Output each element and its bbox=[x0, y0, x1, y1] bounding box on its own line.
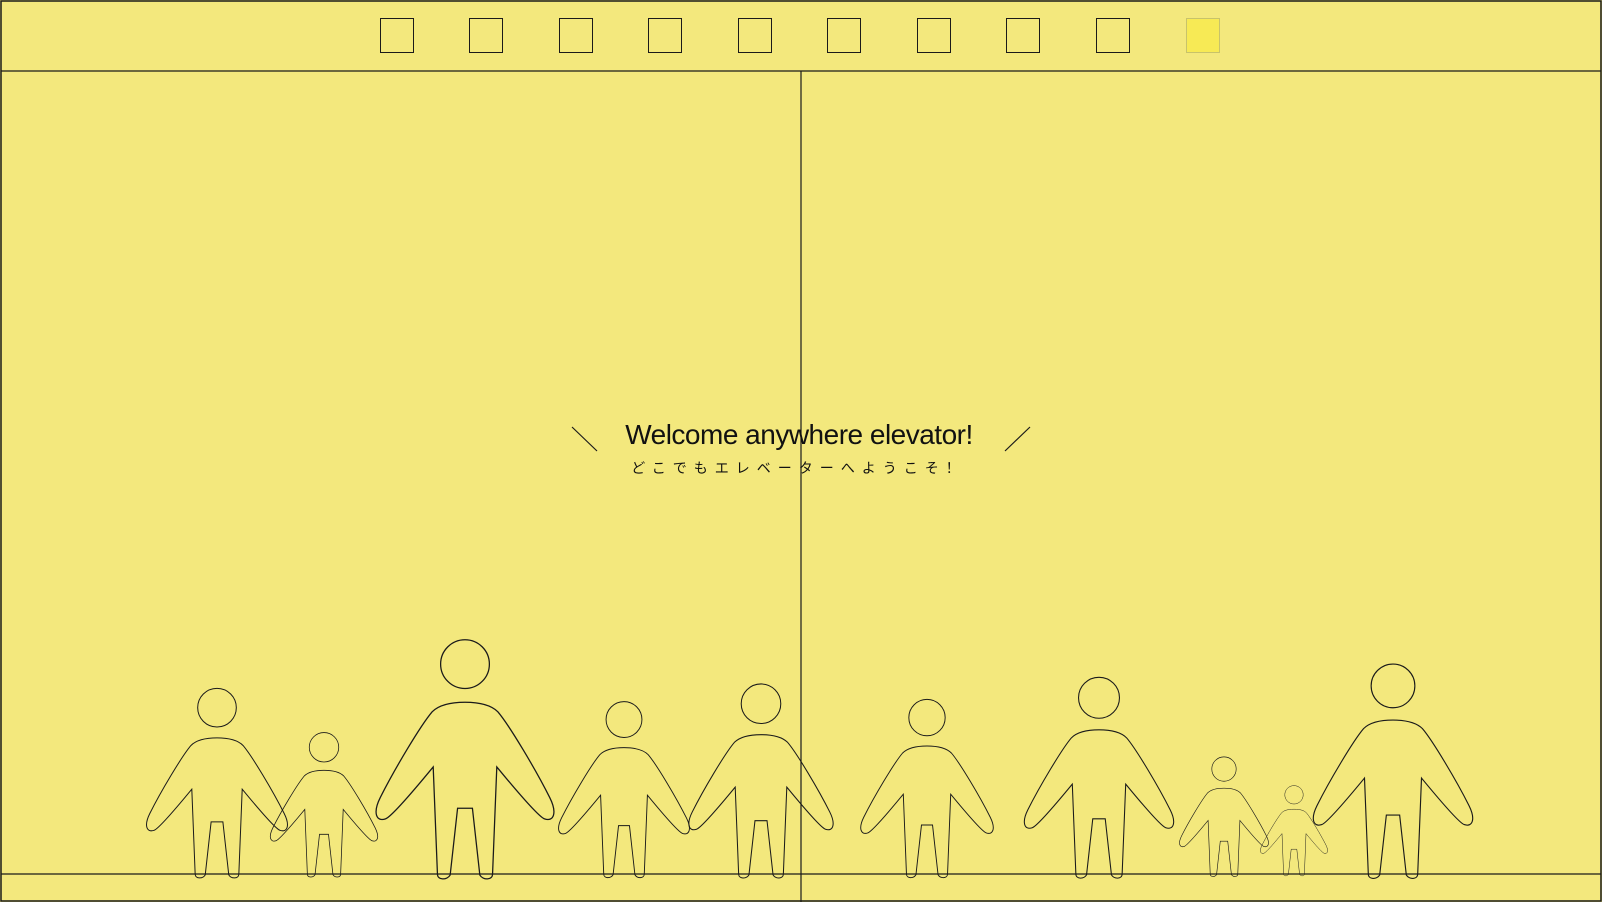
floor-indicator-2[interactable] bbox=[469, 18, 503, 53]
passenger-4 bbox=[558, 701, 690, 879]
elevator-frame bbox=[0, 0, 1602, 902]
floor-indicator-4[interactable] bbox=[648, 18, 682, 53]
floor-indicator-6[interactable] bbox=[827, 18, 861, 53]
passenger-9 bbox=[1260, 785, 1328, 877]
floor-indicator-3[interactable] bbox=[559, 18, 593, 53]
floor-indicator-8[interactable] bbox=[1006, 18, 1040, 53]
floor-indicator-10[interactable] bbox=[1186, 18, 1220, 53]
floor-indicator-9[interactable] bbox=[1096, 18, 1130, 53]
passenger-7 bbox=[1023, 676, 1175, 879]
passenger-6 bbox=[860, 698, 994, 879]
floor-indicator-1[interactable] bbox=[380, 18, 414, 53]
elevator-scene: Welcome anywhere elevator! どこでもエレベーターへよう… bbox=[0, 0, 1602, 902]
welcome-title: Welcome anywhere elevator! bbox=[625, 419, 973, 450]
floor-indicator-7[interactable] bbox=[917, 18, 951, 53]
passenger-2 bbox=[269, 732, 379, 878]
passenger-10 bbox=[1312, 663, 1474, 879]
passenger-8 bbox=[1179, 756, 1269, 877]
welcome-subtitle: どこでもエレベーターへようこそ！ bbox=[631, 461, 967, 477]
floor-indicator-5[interactable] bbox=[738, 18, 772, 53]
passenger-3 bbox=[375, 639, 555, 880]
passenger-5 bbox=[688, 683, 834, 879]
passenger-1 bbox=[146, 687, 288, 879]
